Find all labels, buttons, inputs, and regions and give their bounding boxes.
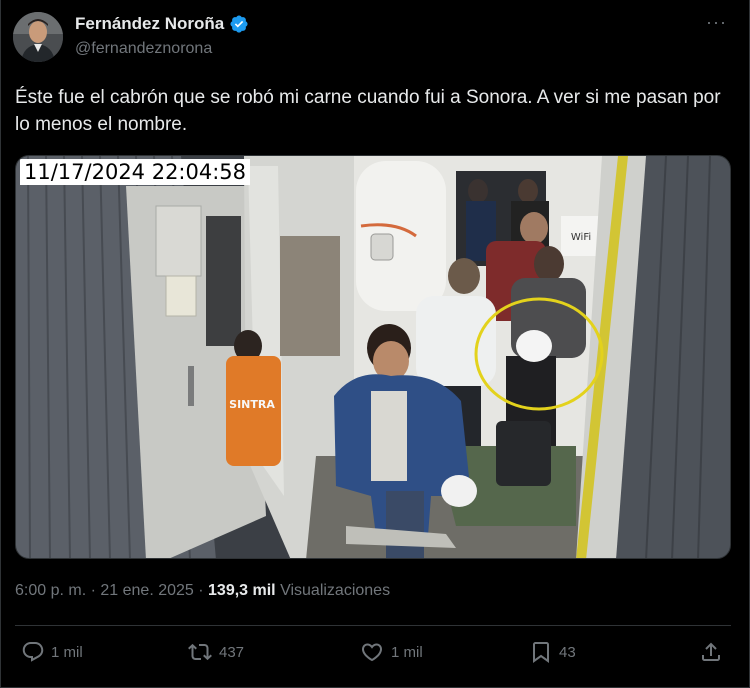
views-count: 139,3 mil [208, 582, 276, 599]
more-options-icon[interactable]: ··· [706, 12, 727, 33]
cctv-timestamp: 11/17/2024 22:04:58 [20, 159, 251, 185]
author-name-row: Fernández Noroña [75, 14, 249, 34]
views-label: Visualizaciones [280, 582, 391, 599]
bookmark-button[interactable]: 43 [529, 640, 576, 664]
tweet-meta: 6:00 p. m. · 21 ene. 2025 · 139,3 mil Vi… [15, 582, 390, 600]
tweet-media-image[interactable]: WiFi SINTRA 11/17/2024 22:04:58 [15, 155, 731, 559]
reply-icon [21, 640, 45, 664]
repost-button[interactable]: 437 [187, 640, 244, 664]
author-display-name[interactable]: Fernández Noroña [75, 14, 224, 34]
meta-separator: · [193, 582, 209, 599]
share-icon [699, 640, 723, 664]
wifi-sign-text: WiFi [571, 232, 591, 243]
divider [15, 625, 731, 626]
author-avatar[interactable] [13, 12, 63, 62]
meta-separator: · [86, 582, 101, 599]
tweet-text: Éste fue el cabrón que se robó mi carne … [15, 87, 721, 135]
reply-count: 1 mil [51, 643, 83, 661]
author-handle[interactable]: @fernandeznorona [75, 40, 212, 58]
like-count: 1 mil [391, 643, 423, 661]
like-icon [359, 640, 385, 664]
verified-badge-icon[interactable] [229, 14, 249, 34]
cctv-scene-illustration: WiFi SINTRA [16, 156, 730, 558]
repost-icon [187, 640, 213, 664]
tweet-card: Fernández Noroña @fernandeznorona ··· És… [0, 0, 750, 688]
bookmark-count: 43 [559, 643, 576, 661]
tweet-date[interactable]: 21 ene. 2025 [100, 582, 193, 599]
reply-button[interactable]: 1 mil [21, 640, 83, 664]
like-button[interactable]: 1 mil [359, 640, 423, 664]
action-bar: 1 mil 437 1 mil 43 [15, 640, 731, 674]
share-button[interactable] [699, 640, 723, 664]
vest-text: SINTRA [229, 398, 275, 411]
bookmark-icon [529, 640, 553, 664]
tweet-time[interactable]: 6:00 p. m. [15, 582, 86, 599]
repost-count: 437 [219, 643, 245, 661]
